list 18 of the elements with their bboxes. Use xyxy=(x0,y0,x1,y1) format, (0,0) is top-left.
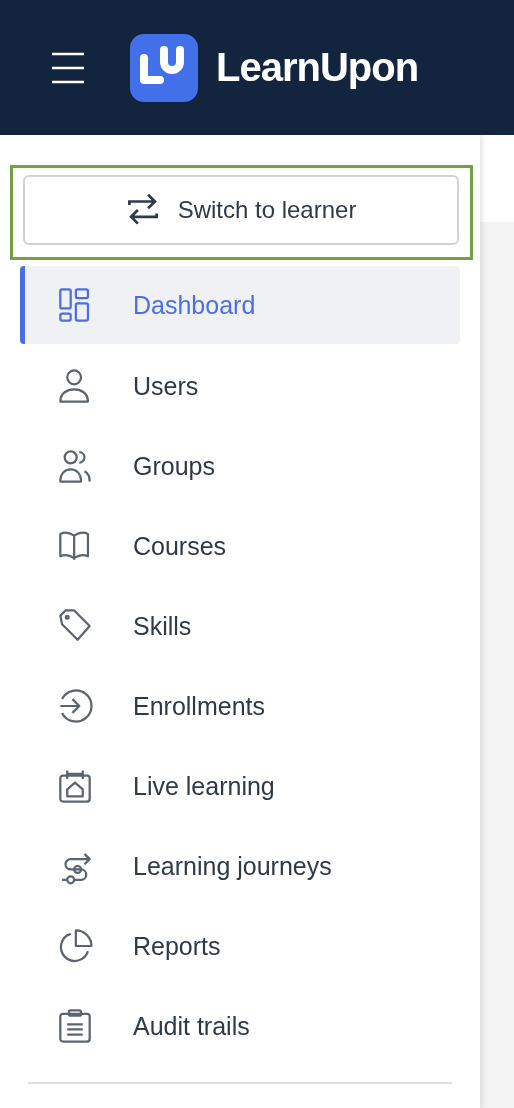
nav-item[interactable]: Users xyxy=(20,346,460,426)
nav-item[interactable]: Skills xyxy=(20,586,460,666)
nav-item[interactable]: Learning journeys xyxy=(20,826,460,906)
nav-item[interactable]: Live learning xyxy=(20,746,460,826)
nav-item[interactable]: Courses xyxy=(20,506,460,586)
menu-icon[interactable] xyxy=(52,51,84,84)
brand-name: LearnUpon xyxy=(216,45,419,90)
swap-arrows-icon xyxy=(125,193,160,227)
nav-item[interactable]: Groups xyxy=(20,426,460,506)
calendar-icon xyxy=(56,767,94,805)
logo-icon xyxy=(130,33,198,102)
nav-item[interactable]: Reports xyxy=(20,906,460,986)
nav-item[interactable]: Dashboard xyxy=(20,266,460,344)
nav-item[interactable]: Enrollments xyxy=(20,666,460,746)
switch-to-learner-button[interactable]: Switch to learner xyxy=(23,175,459,245)
group-icon xyxy=(56,447,94,485)
clipboard-icon xyxy=(56,1007,94,1045)
nav-item[interactable]: Audit trails xyxy=(20,986,460,1066)
